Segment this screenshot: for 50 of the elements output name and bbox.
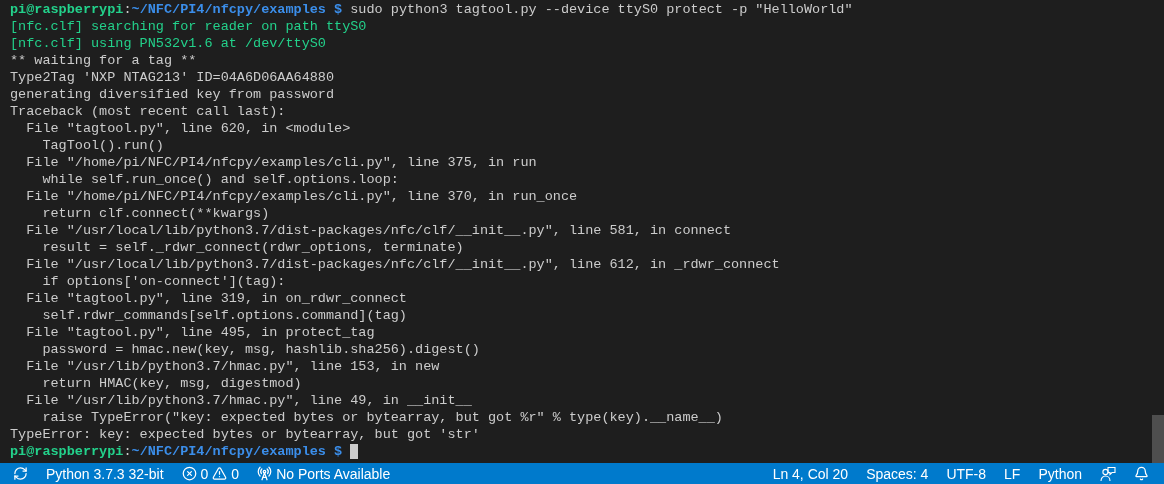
command-text: sudo python3 tagtool.py --device ttyS0 protect -p "HelloWorld" [349,1,853,18]
warning-icon[interactable] [212,466,228,481]
warning-count[interactable]: 0 [231,465,240,482]
output-line: self.rdwr_commands[self.options.command](tag) [41,307,407,324]
interpreter-item[interactable]: Python 3.7.3 32-bit [37,465,173,482]
output-line: File "/home/pi/NFC/PI4/nfcpy/examples/cli.py", line 375, in run [25,154,537,171]
output-line: File "/usr/lib/python3.7/hmac.py", line 153, in new [25,358,440,375]
language-item[interactable]: Python [1029,465,1091,482]
line-ending-item[interactable]: LF [995,465,1030,482]
output-line: File "/usr/local/lib/python3.7/dist-packages/nfc/clf/__init__.py", line 581, in connect [25,222,732,239]
prompt-separator: : [123,1,132,18]
prompt-user-host: pi@raspberrypi [10,443,124,460]
output-line: Type2Tag 'NXP NTAG213' ID=04A6D06AA64880 [10,69,335,86]
output-line: File "tagtool.py", line 495, in protect_tag [25,324,375,341]
output-line: if options['on-connect'](tag): [41,273,286,290]
indentation-item[interactable]: Spaces: 4 [857,465,938,482]
output-line: File "/home/pi/NFC/PI4/nfcpy/examples/cli.py", line 370, in run_once [25,188,578,205]
sync-icon[interactable] [13,466,28,481]
ports-item[interactable]: No Ports Available [276,465,391,482]
log-line: [nfc.clf] searching for reader on path ttyS0 [10,18,367,35]
prompt-path: ~/NFC/PI4/nfcpy/examples [131,443,326,460]
output-line: Traceback (most recent call last): [10,103,286,120]
antenna-icon[interactable] [257,466,273,481]
output-line: password = hmac.new(key, msg, hashlib.sha256).digest() [41,341,480,358]
prompt-symbol: $ [333,1,343,18]
output-line: return HMAC(key, msg, digestmod) [41,375,302,392]
log-line: [nfc.clf] using PN532v1.6 at /dev/ttyS0 [10,35,326,52]
output-line: File "tagtool.py", line 620, in <module> [25,120,351,137]
prompt-separator: : [123,443,132,460]
cursor-position[interactable]: Ln 4, Col 20 [763,465,858,482]
output-line: File "/usr/lib/python3.7/hmac.py", line 49, in __init__ [25,392,472,409]
output-line: raise TypeError("key: expected bytes or bytearray, but got %r" % type(key).__name__) [41,409,723,426]
output-line: ** waiting for a tag ** [10,52,197,69]
error-count[interactable]: 0 [200,465,209,482]
prompt-symbol: $ [333,443,343,460]
output-line: while self.run_once() and self.options.loop: [41,171,399,188]
feedback-icon[interactable] [1100,465,1116,482]
bell-icon[interactable] [1134,466,1149,481]
prompt-path: ~/NFC/PI4/nfcpy/examples [131,1,326,18]
encoding-item[interactable]: UTF-8 [937,465,996,482]
output-line: TagTool().run() [41,137,164,154]
output-line: return clf.connect(**kwargs) [41,205,270,222]
output-line: File "tagtool.py", line 319, in on_rdwr_connect [25,290,407,307]
prompt-user-host: pi@raspberrypi [10,1,124,18]
output-line: result = self._rdwr_connect(rdwr_options, terminate) [41,239,464,256]
error-icon[interactable] [181,466,197,481]
output-line: generating diversified key from password [10,86,335,103]
output-line: File "/usr/local/lib/python3.7/dist-packages/nfc/clf/__init__.py", line 612, in _rdwr_connect [25,256,780,273]
scrollbar[interactable] [1152,415,1164,463]
output-line: TypeError: key: expected bytes or bytearray, but got 'str' [10,426,480,443]
